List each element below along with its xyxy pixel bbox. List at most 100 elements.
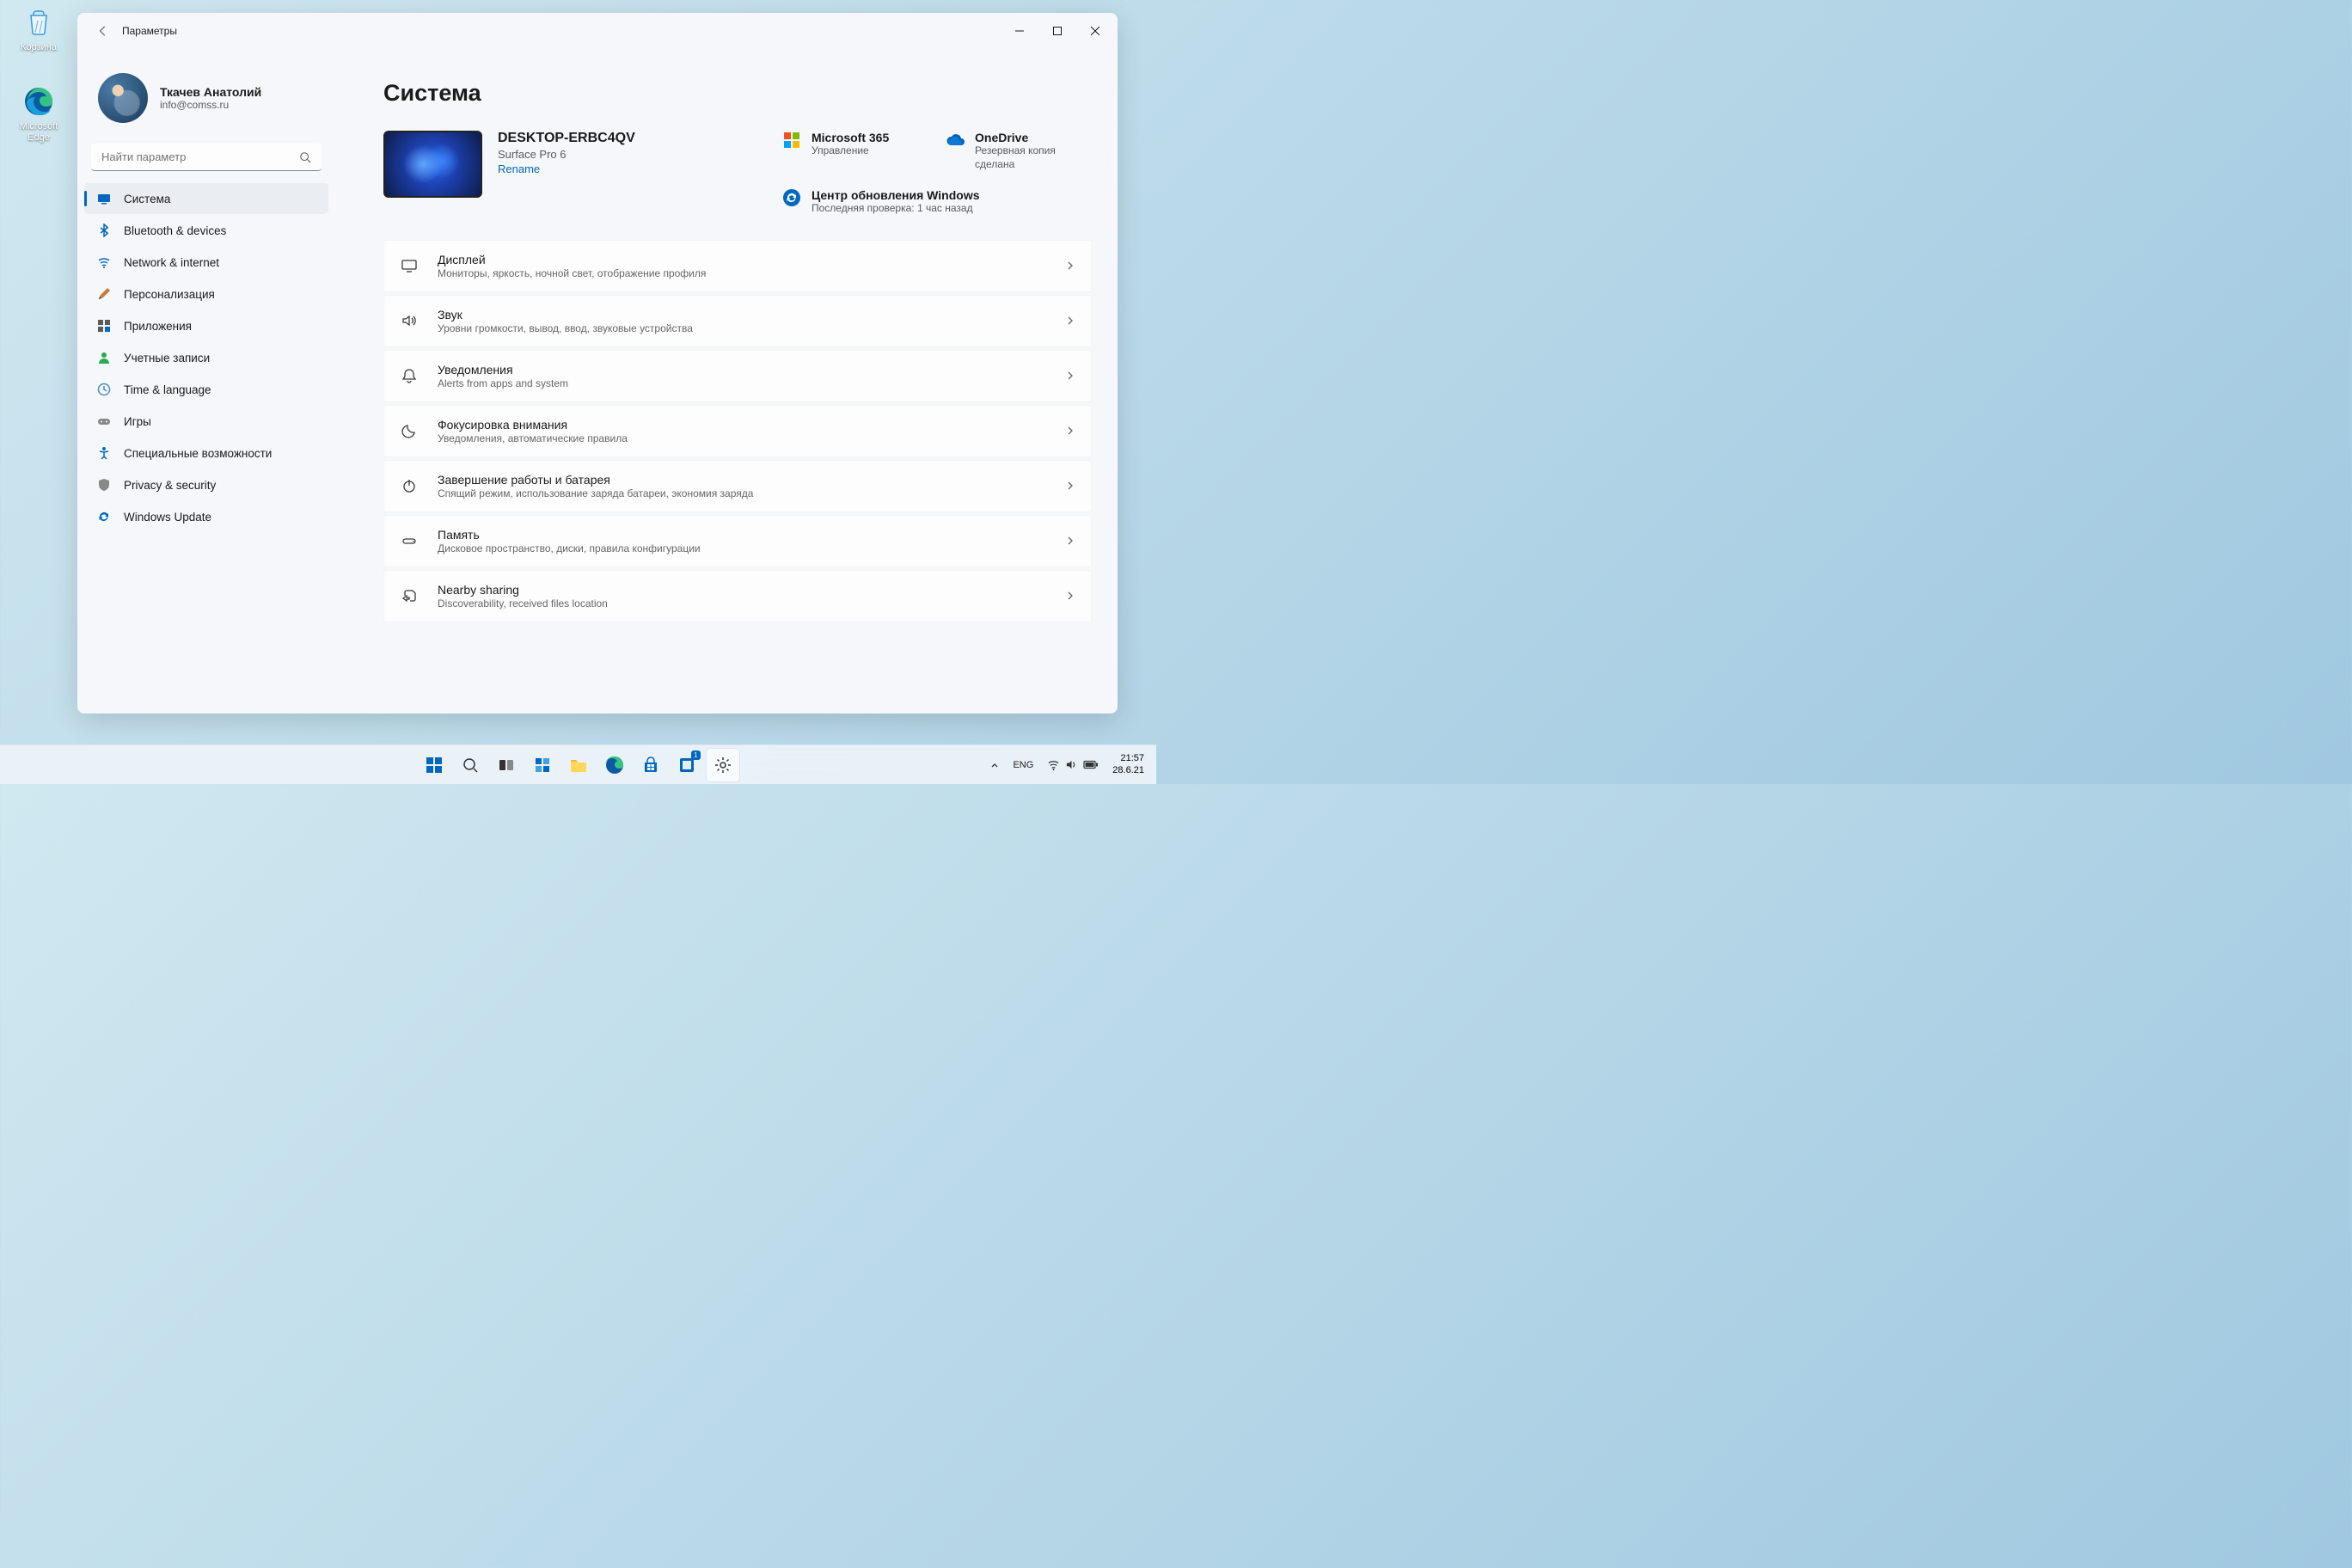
tray-clock[interactable]: 21:57 28.6.21 bbox=[1107, 751, 1149, 777]
window-title: Параметры bbox=[122, 25, 177, 37]
system-tray: ENG 21:57 28.6.21 bbox=[985, 751, 1149, 777]
device-block: DESKTOP-ERBC4QV Surface Pro 6 Rename bbox=[383, 131, 765, 216]
avatar bbox=[98, 73, 148, 123]
profile-email: info@comss.ru bbox=[160, 99, 261, 111]
list-item-focus[interactable]: Фокусировка внимания Уведомления, автома… bbox=[383, 405, 1092, 457]
item-title: Фокусировка внимания bbox=[438, 418, 1065, 432]
device-name: DESKTOP-ERBC4QV bbox=[498, 131, 635, 146]
nav-label: Учетные записи bbox=[124, 352, 316, 364]
nav-personalization[interactable]: Персонализация bbox=[84, 279, 328, 309]
item-title: Завершение работы и батарея bbox=[438, 473, 1065, 487]
cloud-m365[interactable]: Microsoft 365 Управление bbox=[782, 131, 928, 171]
profile-name: Ткачев Анатолий bbox=[160, 85, 261, 99]
taskbar-settings[interactable] bbox=[707, 749, 739, 781]
taskbar-app-pinned[interactable]: 1 bbox=[671, 749, 703, 781]
chevron-right-icon bbox=[1065, 591, 1075, 601]
sound-icon bbox=[400, 311, 419, 330]
item-sub: Уведомления, автоматические правила bbox=[438, 432, 1065, 444]
item-title: Уведомления bbox=[438, 363, 1065, 377]
search-input[interactable] bbox=[91, 144, 322, 171]
list-item-sound[interactable]: Звук Уровни громкости, вывод, ввод, звук… bbox=[383, 295, 1092, 347]
personalization-icon bbox=[96, 286, 112, 302]
battery-icon bbox=[1083, 758, 1099, 771]
item-sub: Спящий режим, использование заряда батар… bbox=[438, 487, 1065, 499]
list-item-notifications[interactable]: Уведомления Alerts from apps and system bbox=[383, 350, 1092, 402]
nav-label: Персонализация bbox=[124, 288, 316, 301]
nav-accounts[interactable]: Учетные записи bbox=[84, 342, 328, 373]
nav-label: Time & language bbox=[124, 383, 316, 396]
storage-icon bbox=[400, 531, 419, 550]
taskbar-widgets[interactable] bbox=[526, 749, 559, 781]
minimize-button[interactable] bbox=[1001, 18, 1038, 44]
list-item-power[interactable]: Завершение работы и батарея Спящий режим… bbox=[383, 460, 1092, 512]
accounts-icon bbox=[96, 350, 112, 365]
m365-icon bbox=[782, 131, 801, 150]
tray-overflow[interactable] bbox=[985, 757, 1004, 773]
desktop-icon-label: Корзина bbox=[9, 42, 69, 53]
taskbar-search[interactable] bbox=[454, 749, 487, 781]
item-sub: Дисковое пространство, диски, правила ко… bbox=[438, 542, 1065, 554]
desktop-icon-recycle-bin[interactable]: Корзина bbox=[9, 5, 69, 53]
desktop-icon-label: Microsoft Edge bbox=[9, 121, 69, 144]
nav-accessibility[interactable]: Специальные возможности bbox=[84, 438, 328, 469]
tray-status-group[interactable] bbox=[1042, 755, 1104, 775]
nav-label: Специальные возможности bbox=[124, 447, 316, 460]
volume-icon bbox=[1065, 758, 1078, 771]
item-sub: Уровни громкости, вывод, ввод, звуковые … bbox=[438, 322, 1065, 334]
chevron-right-icon bbox=[1065, 426, 1075, 436]
rename-link[interactable]: Rename bbox=[498, 162, 635, 175]
profile-block[interactable]: Ткачев Анатолий info@comss.ru bbox=[83, 49, 330, 138]
recycle-bin-icon bbox=[21, 5, 56, 40]
onedrive-icon bbox=[946, 131, 965, 150]
cloud-windows-update[interactable]: Центр обновления Windows Последняя прове… bbox=[782, 188, 1092, 216]
search-box bbox=[91, 144, 322, 171]
cloud-sub: Управление bbox=[812, 144, 889, 158]
nav-privacy[interactable]: Privacy & security bbox=[84, 469, 328, 500]
cloud-onedrive[interactable]: OneDrive Резервная копия сделана bbox=[946, 131, 1092, 171]
nav-label: Система bbox=[124, 193, 316, 205]
nav-network[interactable]: Network & internet bbox=[84, 247, 328, 278]
clock-time: 21:57 bbox=[1112, 753, 1144, 764]
desktop-icon-edge[interactable]: Microsoft Edge bbox=[9, 84, 69, 144]
nav-label: Bluetooth & devices bbox=[124, 224, 316, 237]
clock-date: 28.6.21 bbox=[1112, 765, 1144, 776]
back-button[interactable] bbox=[89, 17, 117, 45]
taskbar: 1 ENG 21:57 28.6.21 bbox=[0, 744, 1156, 784]
nav-label: Privacy & security bbox=[124, 479, 316, 492]
item-sub: Alerts from apps and system bbox=[438, 377, 1065, 389]
taskbar-explorer[interactable] bbox=[562, 749, 595, 781]
chevron-right-icon bbox=[1065, 260, 1075, 271]
cloud-sub: Резервная копия сделана bbox=[975, 144, 1092, 171]
device-thumbnail bbox=[383, 131, 482, 198]
window-controls bbox=[1001, 18, 1114, 44]
nav-gaming[interactable]: Игры bbox=[84, 406, 328, 437]
tray-language[interactable]: ENG bbox=[1008, 756, 1038, 774]
search-icon bbox=[299, 151, 311, 163]
chevron-right-icon bbox=[1065, 371, 1075, 381]
update-icon bbox=[96, 509, 112, 524]
page-heading: Система bbox=[383, 80, 1092, 107]
wifi-icon bbox=[1047, 758, 1060, 771]
nav-time[interactable]: Time & language bbox=[84, 374, 328, 405]
list-item-nearby-share[interactable]: Nearby sharing Discoverability, received… bbox=[383, 570, 1092, 622]
bluetooth-icon bbox=[96, 223, 112, 238]
notifications-icon bbox=[400, 366, 419, 385]
settings-list: Дисплей Мониторы, яркость, ночной свет, … bbox=[383, 240, 1092, 622]
nav-bluetooth[interactable]: Bluetooth & devices bbox=[84, 215, 328, 246]
nav-update[interactable]: Windows Update bbox=[84, 501, 328, 532]
list-item-storage[interactable]: Память Дисковое пространство, диски, пра… bbox=[383, 515, 1092, 567]
taskbar-store[interactable] bbox=[634, 749, 667, 781]
nav-label: Приложения bbox=[124, 320, 316, 333]
power-icon bbox=[400, 476, 419, 495]
nav-system[interactable]: Система bbox=[84, 183, 328, 214]
list-item-display[interactable]: Дисплей Мониторы, яркость, ночной свет, … bbox=[383, 240, 1092, 292]
cloud-title: Центр обновления Windows bbox=[812, 188, 980, 202]
start-button[interactable] bbox=[418, 749, 450, 781]
nav-apps[interactable]: Приложения bbox=[84, 310, 328, 341]
close-button[interactable] bbox=[1076, 18, 1114, 44]
cloud-title: OneDrive bbox=[975, 131, 1092, 144]
taskbar-taskview[interactable] bbox=[490, 749, 523, 781]
taskbar-edge[interactable] bbox=[598, 749, 631, 781]
maximize-button[interactable] bbox=[1038, 18, 1076, 44]
chevron-right-icon bbox=[1065, 536, 1075, 546]
